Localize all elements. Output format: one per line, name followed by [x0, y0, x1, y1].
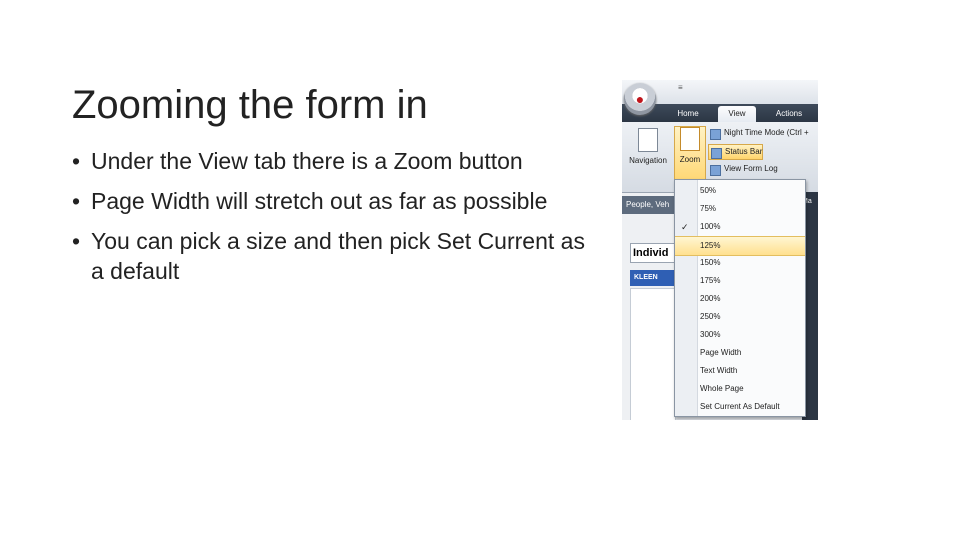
form-log-label: View Form Log	[724, 164, 778, 173]
zoom-option-label: 175%	[700, 276, 721, 285]
zoom-option-label: Text Width	[700, 366, 738, 375]
night-time-mode-toggle[interactable]: Night Time Mode (Ctrl +	[708, 126, 809, 140]
tab-view[interactable]: View	[718, 106, 756, 122]
zoom-option[interactable]: Page Width	[675, 344, 805, 362]
people-tab-bar[interactable]: People, Veh	[622, 196, 680, 214]
night-mode-label: Night Time Mode (Ctrl +	[724, 128, 809, 137]
bullet-dot: •	[72, 188, 81, 214]
navigation-button[interactable]: Navigation	[626, 128, 670, 165]
bullet-text: Under the View tab there is a Zoom butto…	[91, 148, 523, 174]
zoom-option[interactable]: Set Current As Default	[675, 398, 805, 416]
zoom-option-label: Page Width	[700, 348, 742, 357]
slide-title: Zooming the form in	[72, 82, 428, 127]
zoom-option[interactable]: 75%	[675, 200, 805, 218]
zoom-option-label: Whole Page	[700, 384, 744, 393]
navigation-icon	[638, 128, 658, 152]
zoom-option-label: 50%	[700, 186, 717, 195]
app-menu-button[interactable]: ●	[624, 83, 656, 115]
bullet-item: • You can pick a size and then pick Set C…	[72, 226, 592, 286]
status-bar-toggle[interactable]: Status Bar	[708, 144, 764, 160]
zoom-option[interactable]: 250%	[675, 308, 805, 326]
bullet-text: You can pick a size and then pick Set Cu…	[91, 228, 585, 284]
status-bar-label: Status Bar	[725, 147, 763, 156]
zoom-option-label: Set Current As Default	[700, 402, 780, 411]
bullet-text: Page Width will stretch out as far as po…	[91, 188, 548, 214]
record-grid	[630, 288, 676, 420]
zoom-option[interactable]: 150%	[675, 254, 805, 272]
zoom-option[interactable]: 50%	[675, 182, 805, 200]
zoom-option[interactable]: Whole Page	[675, 380, 805, 398]
zoom-option[interactable]: 200%	[675, 290, 805, 308]
zoom-option[interactable]: 175%	[675, 272, 805, 290]
zoom-option-label: 100%	[700, 222, 721, 231]
bullet-list: • Under the View tab there is a Zoom butt…	[72, 146, 592, 296]
zoom-dropdown-menu: 50% 75% ✓ 100% 125% 150% 175% 200% 250% 300% Page …	[674, 179, 806, 417]
zoom-option[interactable]: 125%	[675, 236, 805, 256]
zoom-label: Zoom	[679, 155, 701, 164]
paw-logo-icon: ●	[635, 91, 645, 107]
bullet-item: • Page Width will stretch out as far as p…	[72, 186, 592, 216]
status-bar-icon	[711, 148, 722, 159]
zoom-option[interactable]: ✓ 100%	[675, 218, 805, 236]
view-form-log-button[interactable]: View Form Log	[708, 162, 778, 176]
quick-access-icon[interactable]: ≡	[678, 83, 683, 92]
record-row[interactable]: KLEEN	[630, 270, 680, 286]
zoom-option-label: 125%	[700, 241, 721, 250]
bullet-dot: •	[72, 228, 81, 254]
form-log-icon	[710, 165, 721, 176]
tab-actions[interactable]: Actions	[766, 106, 812, 122]
zoom-option-label: 300%	[700, 330, 721, 339]
checkmark-icon: ✓	[681, 222, 689, 232]
night-mode-icon	[710, 129, 721, 140]
tab-home[interactable]: Home	[668, 106, 708, 122]
zoom-icon	[680, 127, 700, 151]
app-screenshot: ≡ ● Home View Actions Navigation Zoom Ni…	[622, 80, 818, 420]
bullet-item: • Under the View tab there is a Zoom butt…	[72, 146, 592, 176]
zoom-option-label: 200%	[700, 294, 721, 303]
zoom-option-label: 250%	[700, 312, 721, 321]
zoom-option[interactable]: 300%	[675, 326, 805, 344]
individual-header: Individ	[630, 243, 678, 263]
zoom-option-label: 150%	[700, 258, 721, 267]
bullet-dot: •	[72, 148, 81, 174]
navigation-label: Navigation	[629, 156, 667, 165]
zoom-option[interactable]: Text Width	[675, 362, 805, 380]
zoom-option-label: 75%	[700, 204, 717, 213]
